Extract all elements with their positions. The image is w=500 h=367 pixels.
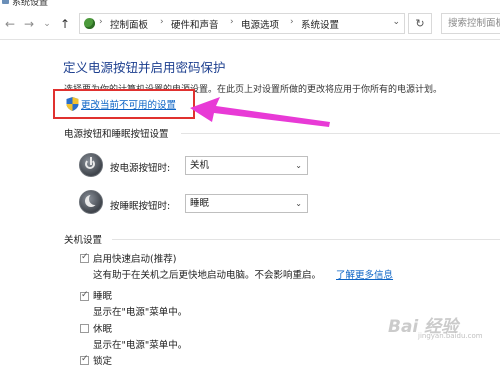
fast-startup-label: 启用快速启动(推荐) [93, 254, 177, 265]
control-panel-icon [84, 18, 95, 29]
section-divider [112, 239, 500, 240]
breadcrumb-separator-icon: › [99, 17, 103, 27]
address-dropdown-chevron-icon[interactable]: ⌄ [392, 17, 400, 27]
learn-more-link[interactable]: 了解更多信息 [336, 267, 393, 281]
breadcrumb-separator-icon[interactable]: › [230, 17, 234, 27]
sleep-button-action-select[interactable]: 睡眠 ⌄ [185, 194, 308, 213]
page-title: 定义电源按钮并启用密码保护 [63, 60, 226, 75]
chevron-down-icon: ⌄ [295, 199, 302, 208]
watermark-url: jingyan.baidu.com [418, 332, 483, 340]
sleep-menu-label: 睡眠 [93, 291, 113, 302]
recent-locations-chevron-icon[interactable]: ⌄ [40, 16, 54, 32]
forward-arrow-icon[interactable]: → [22, 16, 36, 32]
power-button-icon [79, 153, 103, 177]
search-input[interactable]: 搜索控制面板 [441, 13, 500, 34]
hibernate-menu-description: 显示在"电源"菜单中。 [93, 340, 188, 351]
window-title: 系统设置 [12, 0, 49, 8]
back-arrow-icon[interactable]: ← [3, 16, 17, 32]
power-button-label: 按电源按钮时: [110, 163, 171, 174]
sleep-button-action-value: 睡眠 [190, 198, 210, 209]
sleep-menu-description: 显示在"电源"菜单中。 [93, 307, 188, 318]
sleep-menu-checkbox[interactable] [80, 290, 89, 301]
title-bar: 系统设置 [0, 0, 500, 9]
breadcrumb-hardware-sound[interactable]: 硬件和声音 [171, 17, 219, 31]
fast-startup-description: 这有助于在关机之后更快地启动电脑。不会影响重启。 [93, 270, 322, 281]
navigation-bar: ← → ⌄ ↑ › 控制面板 › 硬件和声音 › 电源选项 › 系统设置 ⌄ ↻… [0, 9, 500, 40]
breadcrumb-power-options[interactable]: 电源选项 [241, 17, 279, 31]
hibernate-menu-checkbox[interactable] [80, 324, 89, 333]
power-buttons-section-title: 电源按钮和睡眠按钮设置 [64, 129, 169, 140]
breadcrumb-separator-icon[interactable]: › [290, 17, 294, 27]
breadcrumb-control-panel[interactable]: 控制面板 [110, 17, 148, 31]
breadcrumb-separator-icon[interactable]: › [160, 17, 164, 27]
lock-menu-label: 锁定 [93, 356, 113, 367]
uac-shield-icon [66, 97, 79, 111]
power-button-action-select[interactable]: 关机 ⌄ [185, 156, 308, 175]
chevron-down-icon: ⌄ [295, 161, 302, 170]
window-icon [2, 0, 9, 4]
sleep-button-label: 按睡眠按钮时: [110, 201, 171, 212]
section-divider [181, 133, 500, 134]
hibernate-menu-label: 休眠 [93, 324, 113, 335]
annotation-arrow-icon [190, 97, 330, 127]
change-unavailable-settings-link[interactable]: 更改当前不可用的设置 [81, 97, 176, 111]
up-arrow-icon[interactable]: ↑ [58, 16, 72, 32]
shutdown-section-title: 关机设置 [64, 235, 103, 246]
refresh-button[interactable]: ↻ [408, 13, 432, 34]
sleep-button-icon [79, 190, 103, 214]
fast-startup-checkbox[interactable] [80, 252, 89, 263]
lock-menu-checkbox[interactable] [80, 354, 89, 365]
power-button-action-value: 关机 [190, 160, 210, 171]
address-bar[interactable]: › 控制面板 › 硬件和声音 › 电源选项 › 系统设置 ⌄ [79, 13, 405, 34]
breadcrumb-system-settings[interactable]: 系统设置 [301, 17, 339, 31]
